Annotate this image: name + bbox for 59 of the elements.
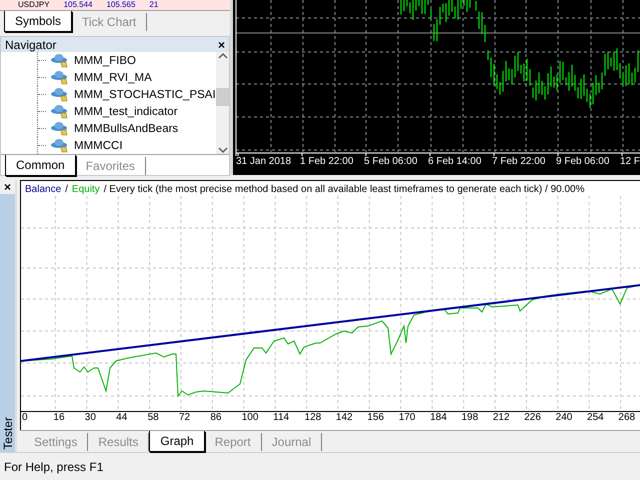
close-icon[interactable]: ×: [218, 38, 225, 52]
axis-label: 268: [618, 412, 636, 425]
scrollbar-thumb[interactable]: [216, 88, 229, 106]
axis-label: 198: [461, 412, 480, 425]
axis-label: 156: [367, 412, 385, 425]
axis-label: 44: [116, 412, 128, 425]
time-label: 6 Feb 14:00: [428, 156, 482, 169]
legend-text: /: [65, 184, 68, 196]
axis-label: 0: [22, 412, 29, 425]
tab[interactable]: Graph: [149, 431, 205, 452]
time-label: 7 Feb 22:00: [492, 156, 546, 169]
axis-label: 16: [53, 412, 66, 425]
tab[interactable]: Symbols: [4, 11, 72, 32]
axis-label: 100: [242, 412, 260, 425]
tree-item[interactable]: MMMCCI: [74, 140, 123, 152]
axis-label: 58: [148, 412, 160, 425]
legend-text: Balance: [25, 184, 62, 196]
time-label: 9 Feb 06:00: [556, 156, 610, 169]
axis-label: 170: [398, 412, 416, 425]
panel-title: Tester: [0, 416, 14, 452]
axis-label: 30: [84, 412, 97, 425]
indicator-icon: [50, 121, 70, 136]
indicator-icon: [50, 138, 70, 153]
axis-label: 184: [430, 412, 448, 425]
legend-text: Equity: [72, 184, 100, 196]
tree-item[interactable]: MMM_STOCHASTIC_PSAI: [74, 88, 216, 100]
ask-price: 105.565: [106, 0, 136, 10]
tab[interactable]: Common: [5, 155, 76, 176]
axis-label: 142: [336, 412, 354, 425]
status-text: For Help, press F1: [0, 452, 640, 480]
indicator-icon: [50, 53, 70, 68]
tree-item[interactable]: MMM_RVI_MA: [74, 72, 152, 84]
scrollbar[interactable]: [216, 52, 229, 154]
tree-item[interactable]: MMM_test_indicator: [74, 106, 178, 118]
axis-label: 114: [273, 412, 290, 425]
indicator-icon: [50, 70, 70, 85]
axis-label: 226: [524, 412, 542, 425]
tree-item[interactable]: MMM_FIBO: [74, 54, 136, 66]
spread-value: 21: [149, 0, 158, 10]
axis-label: 128: [304, 412, 322, 425]
time-label: 1 Feb 22:00: [300, 156, 354, 169]
scroll-down-icon[interactable]: [218, 147, 228, 154]
tree-item[interactable]: MMMBullsAndBears: [74, 122, 178, 134]
panel-title: Navigator: [5, 38, 56, 52]
indicator-icon: [50, 104, 70, 119]
time-label: 12 F: [620, 156, 640, 169]
indicator-icon: [50, 87, 70, 102]
time-label: 31 Jan 2018: [236, 156, 292, 169]
axis-label: 72: [178, 412, 192, 425]
scroll-up-icon[interactable]: [218, 52, 228, 59]
axis-label: 240: [556, 412, 574, 425]
time-label: 5 Feb 06:00: [364, 156, 418, 169]
axis-label: 86: [210, 412, 222, 425]
axis-label: 212: [492, 412, 511, 425]
close-icon[interactable]: ×: [0, 180, 15, 194]
symbol-name: USDJPY: [18, 0, 50, 10]
axis-label: 254: [587, 412, 605, 425]
legend-text: / Every tick (the most precise method based on all available least timeframes to generate each tick) / 90.00%: [104, 184, 585, 196]
bid-price: 105.544: [64, 0, 92, 10]
